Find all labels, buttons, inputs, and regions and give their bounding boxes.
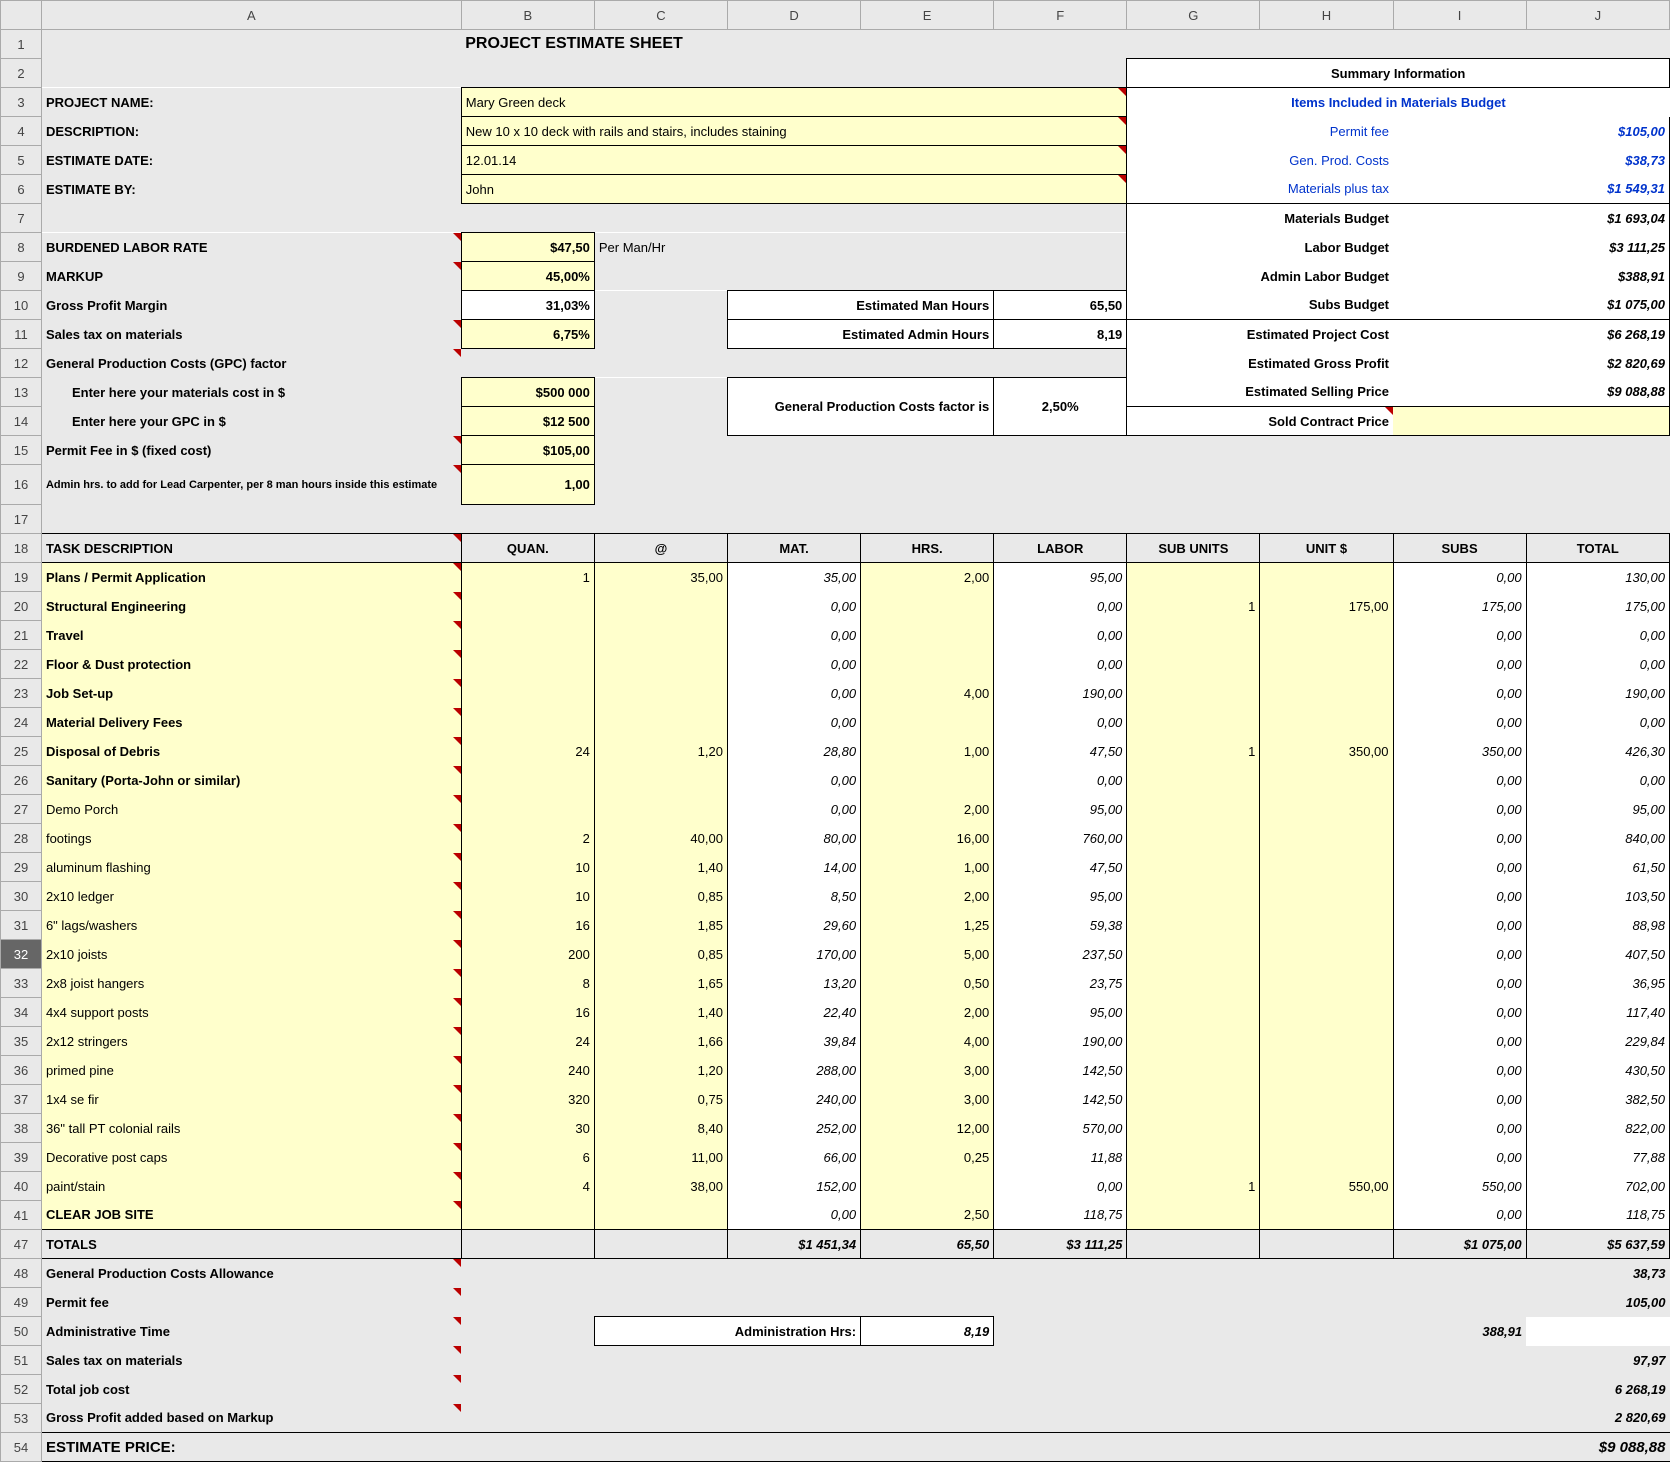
gpc-input[interactable]: $12 500 <box>461 407 594 436</box>
task-row[interactable]: 36primed pine2401,20288,003,00142,500,00… <box>1 1056 1670 1085</box>
task-row[interactable]: 39Decorative post caps611,0066,000,2511,… <box>1 1143 1670 1172</box>
task-row[interactable]: 41CLEAR JOB SITE0,002,50118,750,00118,75 <box>1 1201 1670 1230</box>
gpc-mat-input[interactable]: $500 000 <box>461 378 594 407</box>
task-row[interactable]: 322x10 joists2000,85170,005,00237,500,00… <box>1 940 1670 969</box>
footer-row: 53Gross Profit added based on Markup2 82… <box>1 1404 1670 1433</box>
markup-input[interactable]: 45,00% <box>461 262 594 291</box>
estimate-date-input[interactable]: 12.01.14 <box>461 146 1127 175</box>
permit-input[interactable]: $105,00 <box>461 436 594 465</box>
description-input[interactable]: New 10 x 10 deck with rails and stairs, … <box>461 117 1127 146</box>
sold-price-input[interactable] <box>1393 407 1669 436</box>
select-all-cell[interactable] <box>1 1 42 30</box>
task-row[interactable]: 40paint/stain438,00152,000,001550,00550,… <box>1 1172 1670 1201</box>
sheet-title: PROJECT ESTIMATE SHEET <box>461 30 727 59</box>
task-row[interactable]: 332x8 joist hangers81,6513,200,5023,750,… <box>1 969 1670 998</box>
totals-row: 47 TOTALS $1 451,34 65,50 $3 111,25 $1 0… <box>1 1230 1670 1259</box>
summary-title: Summary Information <box>1127 59 1670 88</box>
task-row[interactable]: 29aluminum flashing101,4014,001,0047,500… <box>1 853 1670 882</box>
estimate-by-input[interactable]: John <box>461 175 1127 204</box>
task-row[interactable]: 25Disposal of Debris241,2028,801,0047,50… <box>1 737 1670 766</box>
task-row[interactable]: 21Travel0,000,000,000,00 <box>1 621 1670 650</box>
labor-rate-input[interactable]: $47,50 <box>461 233 594 262</box>
footer-row: 51Sales tax on materials97,97 <box>1 1346 1670 1375</box>
task-row[interactable]: 302x10 ledger100,858,502,0095,000,00103,… <box>1 882 1670 911</box>
estimate-price-label: ESTIMATE PRICE: <box>41 1433 461 1462</box>
task-row[interactable]: 23Job Set-up0,004,00190,000,00190,00 <box>1 679 1670 708</box>
task-row[interactable]: 316" lags/washers161,8529,601,2559,380,0… <box>1 911 1670 940</box>
salestax-input[interactable]: 6,75% <box>461 320 594 349</box>
footer-row: 48General Production Costs Allowance38,7… <box>1 1259 1670 1288</box>
footer-row: 52Total job cost6 268,19 <box>1 1375 1670 1404</box>
task-row[interactable]: 24Material Delivery Fees0,000,000,000,00 <box>1 708 1670 737</box>
task-row[interactable]: 3836" tall PT colonial rails308,40252,00… <box>1 1114 1670 1143</box>
project-name-label: PROJECT NAME: <box>41 88 461 117</box>
footer-row: 49Permit fee105,00 <box>1 1288 1670 1317</box>
project-name-input[interactable]: Mary Green deck <box>461 88 1127 117</box>
task-row[interactable]: 344x4 support posts161,4022,402,0095,000… <box>1 998 1670 1027</box>
task-row[interactable]: 20Structural Engineering0,000,001175,001… <box>1 592 1670 621</box>
estimate-price-value: $9 088,88 <box>1526 1433 1669 1462</box>
footer-row: 50Administrative TimeAdministration Hrs:… <box>1 1317 1670 1346</box>
task-row[interactable]: 26Sanitary (Porta-John or similar)0,000,… <box>1 766 1670 795</box>
summary-sub: Items Included in Materials Budget <box>1127 88 1670 117</box>
task-row[interactable]: 22Floor & Dust protection0,000,000,000,0… <box>1 650 1670 679</box>
task-header-row: 18 TASK DESCRIPTION QUAN.@MAT.HRS.LABORS… <box>1 534 1670 563</box>
column-headers[interactable]: A B C D E F G H I J <box>1 1 1670 30</box>
task-row[interactable]: 27Demo Porch0,002,0095,000,0095,00 <box>1 795 1670 824</box>
task-row[interactable]: 352x12 stringers241,6639,844,00190,000,0… <box>1 1027 1670 1056</box>
spreadsheet-grid[interactable]: A B C D E F G H I J 1 PROJECT ESTIMATE S… <box>0 0 1670 1462</box>
task-row[interactable]: 371x4 se fir3200,75240,003,00142,500,003… <box>1 1085 1670 1114</box>
admin-hrs-input[interactable]: 1,00 <box>461 465 594 505</box>
task-row[interactable]: 28footings240,0080,0016,00760,000,00840,… <box>1 824 1670 853</box>
task-row[interactable]: 19Plans / Permit Application135,0035,002… <box>1 563 1670 592</box>
